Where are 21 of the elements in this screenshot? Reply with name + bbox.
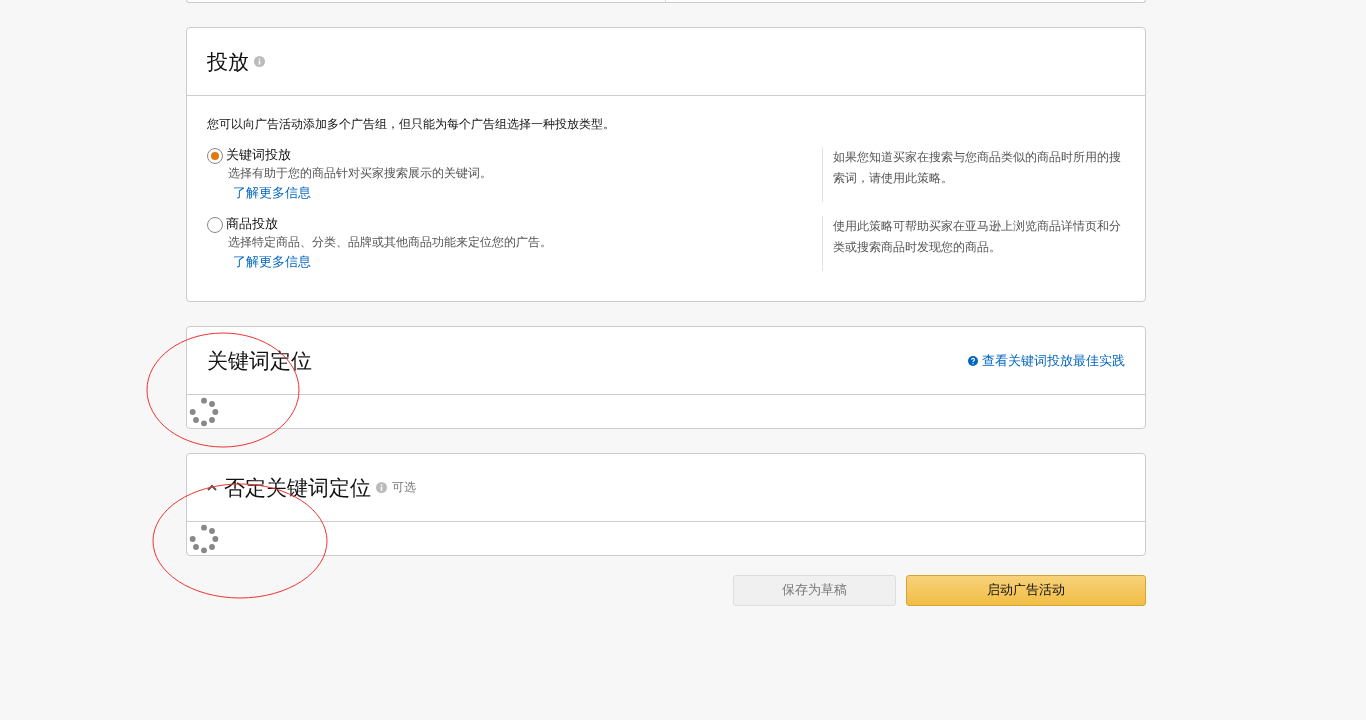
learn-more-link[interactable]: 了解更多信息 (233, 254, 311, 271)
radio-button[interactable] (207, 216, 223, 233)
option-label: 商品投放 (226, 216, 278, 233)
radio-button[interactable] (207, 147, 223, 164)
info-icon (254, 56, 265, 67)
option-hint: 使用此策略可帮助买家在亚马逊上浏览商品详情页和分类或搜索商品时发现您的商品。 (822, 216, 1125, 271)
launch-button[interactable]: 启动广告活动 (906, 575, 1146, 606)
caret-icon[interactable] (207, 484, 217, 491)
help-icon (968, 355, 978, 366)
save-draft-button[interactable]: 保存为草稿 (733, 575, 896, 606)
section-title: 关键词定位 (207, 347, 312, 375)
intro-text: 您可以向广告活动添加多个广告组，但只能为每个广告组选择一种投放类型。 (207, 116, 616, 133)
info-icon (376, 482, 387, 493)
learn-more-link[interactable]: 了解更多信息 (233, 185, 311, 202)
best-practice-link[interactable]: 查看关键词投放最佳实践 (968, 351, 1125, 370)
option-hint: 如果您知道买家在搜索与您商品类似的商品时所用的搜索词，请使用此策略。 (822, 147, 1125, 202)
optional-label: 可选 (392, 479, 416, 496)
option-description: 选择有助于您的商品针对买家搜索展示的关键词。 (228, 165, 493, 182)
option-description: 选择特定商品、分类、品牌或其他商品功能来定位您的广告。 (228, 234, 553, 251)
section-title: 投放 (207, 48, 249, 76)
option-label: 关键词投放 (226, 147, 291, 164)
